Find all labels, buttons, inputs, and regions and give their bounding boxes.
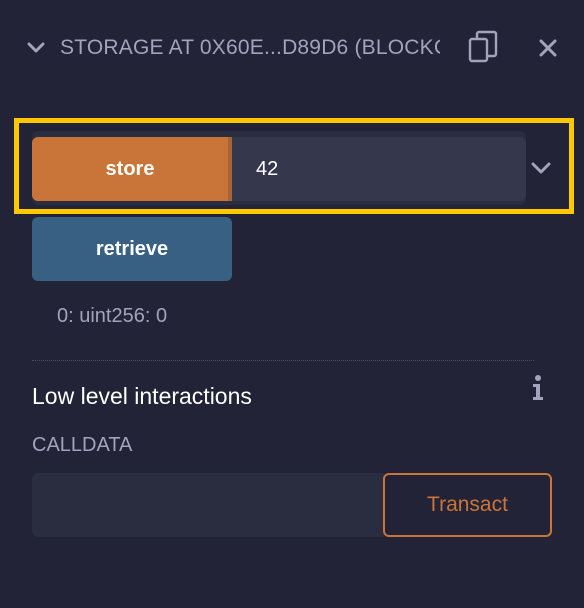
transact-button[interactable]: Transact <box>383 473 552 537</box>
chevron-down-icon[interactable] <box>26 38 46 58</box>
copy-icon[interactable] <box>468 30 498 64</box>
contract-instance-header: STORAGE AT 0X60E...D89D6 (BLOCKCHAIN) <box>0 0 584 96</box>
retrieve-button[interactable]: retrieve <box>32 217 232 281</box>
calldata-input[interactable] <box>32 473 384 537</box>
divider <box>32 360 534 361</box>
store-highlight-frame <box>14 118 574 214</box>
close-icon[interactable] <box>538 38 558 58</box>
retrieve-result: 0: uint256: 0 <box>57 305 168 327</box>
info-icon[interactable] <box>528 374 548 402</box>
contract-title[interactable]: STORAGE AT 0X60E...D89D6 (BLOCKCHAIN) <box>60 34 440 62</box>
calldata-label: CALLDATA <box>32 434 133 456</box>
low-level-title: Low level interactions <box>32 383 252 409</box>
